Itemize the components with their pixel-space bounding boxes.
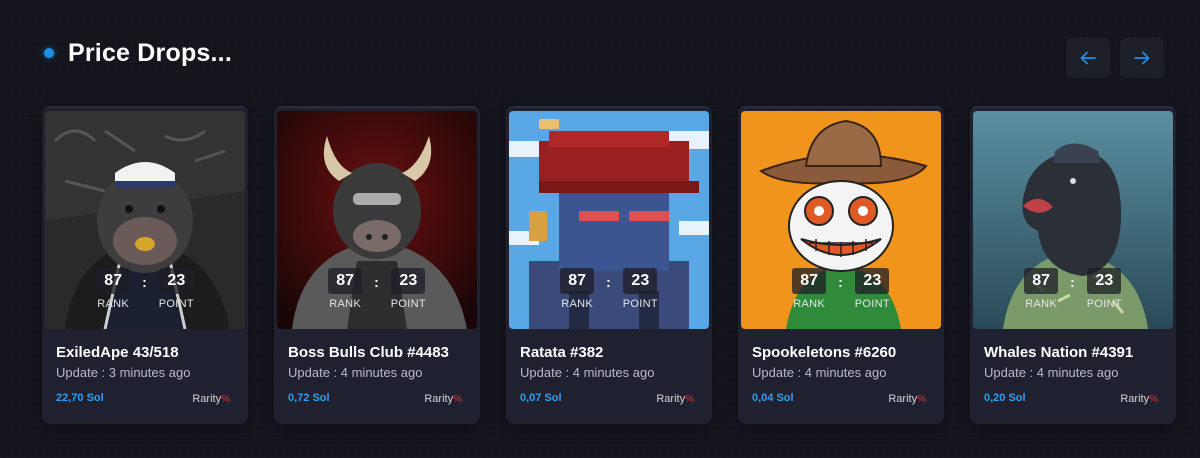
rarity-percent-icon: %: [685, 394, 694, 405]
point-value: 23: [1087, 268, 1122, 294]
rank-value: 87: [792, 268, 827, 294]
point-label: POINT: [158, 298, 194, 310]
rarity-label: Rarity%: [1120, 393, 1158, 405]
arrow-left-icon: [1080, 51, 1096, 65]
update-time: Update : 4 minutes ago: [288, 365, 423, 380]
rank-value: 87: [560, 268, 595, 294]
rarity-text: Rarity: [656, 393, 686, 405]
section-header: Price Drops...: [44, 38, 232, 68]
arrow-right-icon: [1134, 51, 1150, 65]
rarity-label: Rarity%: [656, 393, 694, 405]
rank-label: RANK: [561, 298, 593, 310]
carousel-nav: [1066, 38, 1164, 78]
rank-value: 87: [328, 268, 363, 294]
point-label: POINT: [1086, 298, 1122, 310]
nft-name[interactable]: Spookeletons #6260: [752, 344, 896, 361]
rank-label: RANK: [793, 298, 825, 310]
price-sol: 0,07 Sol: [520, 392, 562, 404]
rank-point-stats: 87 RANK : 23 POINT: [42, 268, 248, 310]
point-value: 23: [855, 268, 890, 294]
point-value: 23: [623, 268, 658, 294]
update-time: Update : 4 minutes ago: [984, 365, 1119, 380]
prev-button[interactable]: [1066, 38, 1110, 78]
section-title: Price Drops...: [68, 38, 232, 67]
update-time: Update : 3 minutes ago: [56, 365, 191, 380]
rank-point-stats: 87 RANK : 23 POINT: [738, 268, 944, 310]
rarity-label: Rarity%: [888, 393, 926, 405]
nft-card[interactable]: 87 RANK : 23 POINT Whales Nation #4391 Upd…: [970, 106, 1176, 424]
stat-separator: :: [1070, 274, 1075, 290]
price-sol: 0,04 Sol: [752, 392, 794, 404]
rarity-label: Rarity%: [424, 393, 462, 405]
rank-label: RANK: [1025, 298, 1057, 310]
rank-value: 87: [1024, 268, 1059, 294]
bullet-dot-icon: [44, 48, 54, 58]
point-value: 23: [159, 268, 194, 294]
nft-name[interactable]: Ratata #382: [520, 344, 603, 361]
stat-separator: :: [142, 274, 147, 290]
rank-label: RANK: [329, 298, 361, 310]
rarity-text: Rarity: [192, 393, 222, 405]
rarity-percent-icon: %: [1149, 394, 1158, 405]
stat-separator: :: [374, 274, 379, 290]
rarity-percent-icon: %: [453, 394, 462, 405]
next-button[interactable]: [1120, 38, 1164, 78]
point-label: POINT: [854, 298, 890, 310]
rank-point-stats: 87 RANK : 23 POINT: [274, 268, 480, 310]
rarity-percent-icon: %: [221, 394, 230, 405]
point-label: POINT: [390, 298, 426, 310]
update-time: Update : 4 minutes ago: [520, 365, 655, 380]
price-sol: 22,70 Sol: [56, 392, 104, 404]
rank-point-stats: 87 RANK : 23 POINT: [506, 268, 712, 310]
price-sol: 0,72 Sol: [288, 392, 330, 404]
update-time: Update : 4 minutes ago: [752, 365, 887, 380]
rarity-percent-icon: %: [917, 394, 926, 405]
stat-separator: :: [606, 274, 611, 290]
rarity-text: Rarity: [424, 393, 454, 405]
nft-name[interactable]: ExiledApe 43/518: [56, 344, 179, 361]
nft-card[interactable]: 87 RANK : 23 POINT ExiledApe 43/518 Update…: [42, 106, 248, 424]
nft-card[interactable]: 87 RANK : 23 POINT Spookeletons #6260 Upda…: [738, 106, 944, 424]
rarity-label: Rarity%: [192, 393, 230, 405]
rarity-text: Rarity: [1120, 393, 1150, 405]
rank-value: 87: [96, 268, 131, 294]
nft-name[interactable]: Boss Bulls Club #4483: [288, 344, 449, 361]
rank-point-stats: 87 RANK : 23 POINT: [970, 268, 1176, 310]
nft-name[interactable]: Whales Nation #4391: [984, 344, 1133, 361]
point-value: 23: [391, 268, 426, 294]
nft-card[interactable]: 87 RANK : 23 POINT Ratata #382 Update : 4 …: [506, 106, 712, 424]
rank-label: RANK: [97, 298, 129, 310]
nft-card-list: 87 RANK : 23 POINT ExiledApe 43/518 Update…: [42, 106, 1176, 424]
point-label: POINT: [622, 298, 658, 310]
rarity-text: Rarity: [888, 393, 918, 405]
stat-separator: :: [838, 274, 843, 290]
nft-card[interactable]: 87 RANK : 23 POINT Boss Bulls Club #4483 U…: [274, 106, 480, 424]
price-sol: 0,20 Sol: [984, 392, 1026, 404]
